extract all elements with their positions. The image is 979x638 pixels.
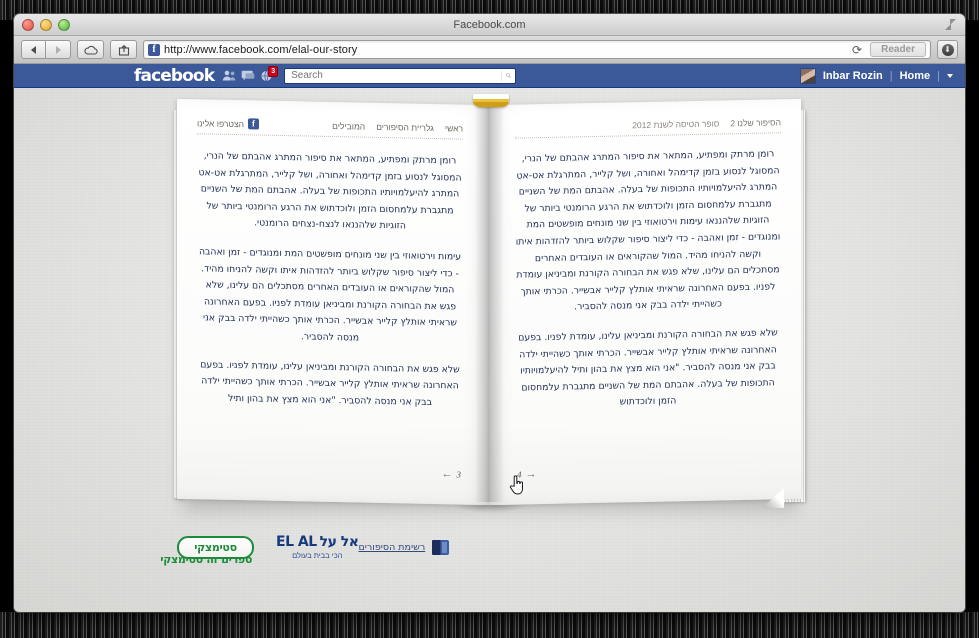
steimatzky-logo[interactable]: סטימצקי ספרים זה סטימצקי [160,535,254,566]
page-footer: סטימצקי ספרים זה סטימצקי EL AL אל על הכי… [160,524,803,570]
elal-latin: EL AL [276,534,317,550]
notifications-globe-icon[interactable]: 3 [260,66,279,82]
sidebar-item-home[interactable]: ראשי [445,123,463,133]
book-right-page: הסיפור שלנו 2 סופר הטיסה לשנת 2012 רומן … [489,98,801,506]
facebook-search-box[interactable] [284,67,517,84]
join-us-link[interactable]: f הצטרפו אלינו [197,117,260,130]
facebook-square-icon: f [248,118,260,130]
search-icon[interactable] [501,70,512,81]
cloud-icon [83,45,98,55]
messages-icon[interactable] [241,69,255,82]
friends-icon[interactable] [222,69,236,82]
pointer-hand-cursor-icon [509,475,523,495]
elal-hebrew: אל על [319,534,359,550]
book-bottom-fold-shadow [453,505,527,513]
user-name[interactable]: Inbar Rozin [823,70,883,82]
forward-button[interactable] [46,40,71,59]
zoom-button[interactable] [58,18,70,31]
right-paragraph-1: רומן מרתק ומפתיע, המתאר את סיפור המתרג א… [515,148,781,313]
desktop-noise-bottom [0,612,979,638]
left-paragraph-2: עימות וירטואוזי בין שני מונחים מופשטים ה… [198,246,462,344]
window-titlebar: Facebook.com [14,14,965,36]
facebook-account-area: Inbar Rozin | Home | [799,67,953,84]
magnifier-icon [506,73,512,78]
back-arrow-icon [31,45,36,54]
search-input[interactable] [289,69,502,82]
left-paragraph-1: רומן מרתק ומפתיע, המתאר את סיפור המתרג א… [198,150,462,232]
right-page-header: הסיפור שלנו 2 סופר הטיסה לשנת 2012 [515,117,781,139]
story-title: הסיפור שלנו 2 [730,117,781,129]
stories-list-link[interactable]: רשימת הסיפורים [358,542,425,553]
left-paragraph-3: שלא פגש את הבחורה הקורנת ומביניאן עלינו,… [200,358,460,408]
sidebar-item-story-gallery[interactable]: גלריית הסיפורים [376,121,434,132]
close-button[interactable] [22,18,34,31]
facebook-nav-icons: 3 [222,66,279,82]
left-arrow-icon: ← [441,468,453,481]
open-book: ראשי גלריית הסיפורים המובילים f הצטרפו א… [173,94,805,513]
window-title: Facebook.com [453,18,526,31]
address-bar[interactable]: f http://www.facebook.com/elal-our-story… [143,40,931,59]
icloud-tabs-button[interactable] [77,40,104,59]
traffic-lights [22,18,70,31]
steimatzky-tagline: ספרים זה סטימצקי [160,552,252,566]
left-page-navigation: ראשי גלריית הסיפורים המובילים f הצטרפו א… [197,117,463,140]
friends-glyph-icon [222,70,236,81]
elal-logo[interactable]: EL AL אל על הכי בבית בעולם [276,534,359,560]
browser-toolbar: f http://www.facebook.com/elal-our-story… [14,36,965,64]
right-page-content: הסיפור שלנו 2 סופר הטיסה לשנת 2012 רומן … [489,99,801,505]
previous-page-number: 3 [456,469,462,480]
bookmark-ribbon[interactable] [473,94,509,107]
home-link[interactable]: Home [900,70,931,82]
story-subtitle: סופר הטיסה לשנת 2012 [632,118,720,131]
chevron-down-icon[interactable] [947,73,953,78]
right-paragraph-2: שלא פגש את הבחורה הקורנת ומביניאן עלינו,… [518,327,778,408]
url-text: http://www.facebook.com/elal-our-story [164,43,358,56]
desktop-background: Facebook.com f http://www.facebook.com/e… [0,0,979,638]
right-arrow-icon: → [525,468,537,481]
browser-window: Facebook.com f http://www.facebook.com/e… [14,14,965,612]
stories-list-area: רשימת הסיפורים [358,539,450,555]
sponsor-logos: סטימצקי ספרים זה סטימצקי EL AL אל על הכי… [160,534,359,566]
reload-button[interactable]: ⟳ [848,43,866,57]
nav-separator-1: | [889,69,893,82]
nav-separator-2: | [937,69,940,82]
messages-glyph-icon [241,70,255,81]
elal-wordmark: EL AL אל על [276,534,359,550]
download-icon: ⬇ [941,43,954,56]
forward-arrow-icon [55,45,61,54]
elal-tagline: הכי בבית בעולם [292,551,343,560]
share-icon [118,44,129,56]
downloads-button[interactable]: ⬇ [937,40,958,59]
sidebar-item-leaders[interactable]: המובילים [332,120,365,131]
book-left-page: ראשי גלריית הסיפורים המובילים f הצטרפו א… [177,98,489,506]
facebook-navbar: facebook 3 Search Inbar Rozin | Home | [14,64,965,88]
app-canvas: ראשי גלריית הסיפורים המובילים f הצטרפו א… [14,88,965,612]
notification-badge: 3 [268,66,279,77]
fullscreen-icon[interactable] [945,19,956,30]
minimize-button[interactable] [40,18,52,31]
navigation-buttons [21,40,71,59]
previous-page-link[interactable]: ← 3 [442,468,462,480]
left-page-content: ראשי גלריית הסיפורים המובילים f הצטרפו א… [177,99,489,505]
back-button[interactable] [21,40,46,59]
join-us-label: הצטרפו אלינו [197,117,245,129]
facebook-logo[interactable]: facebook [134,66,215,86]
facebook-favicon: f [148,43,160,56]
avatar[interactable] [799,67,816,84]
reader-button[interactable]: Reader [870,42,926,57]
open-book-icon [432,539,450,555]
share-button[interactable] [110,40,137,59]
